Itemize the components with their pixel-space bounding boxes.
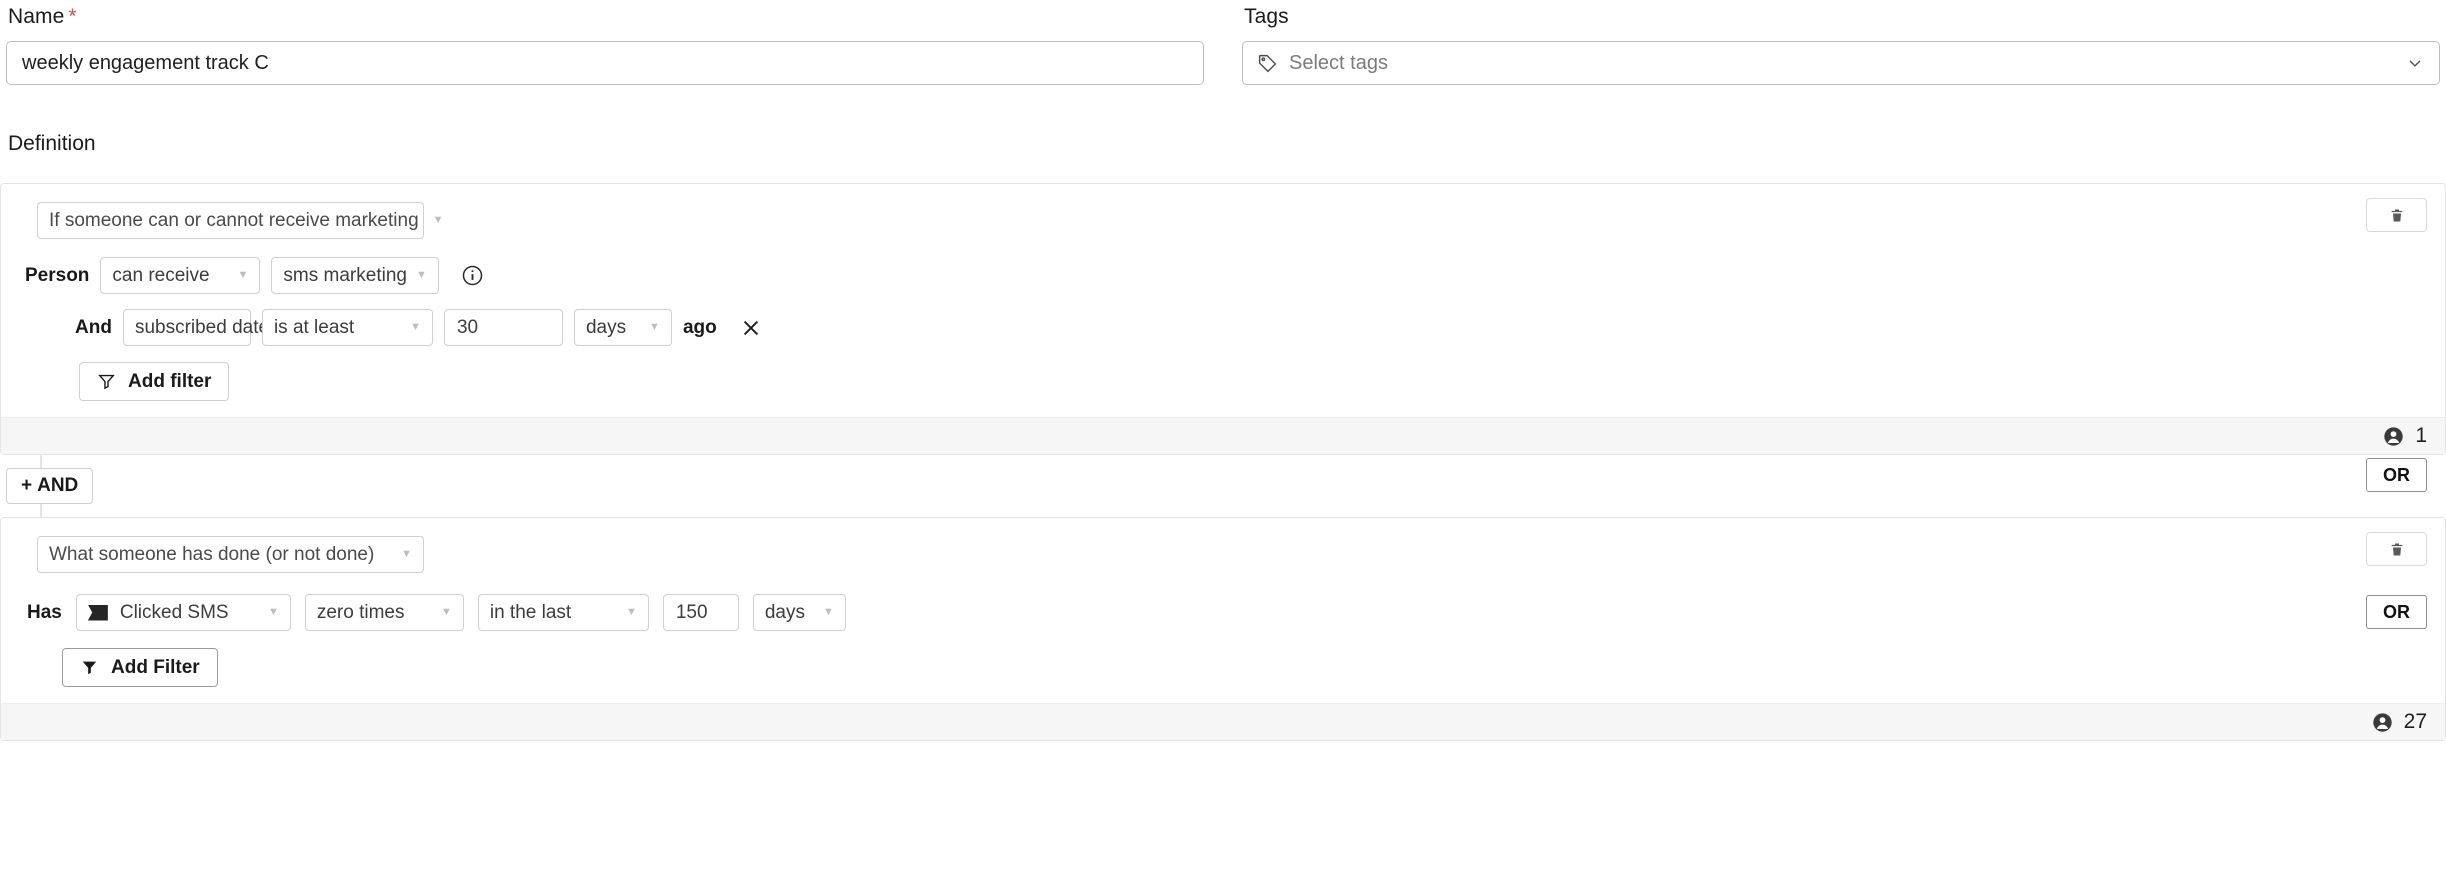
person-label: Person [25, 265, 89, 287]
chevron-down-icon: ▼ [612, 607, 637, 618]
condition-card-2: What someone has done (or not done) ▼ Ha… [0, 517, 2446, 741]
amount-value-1: 30 [457, 317, 478, 339]
chevron-down-icon: ▼ [427, 607, 452, 618]
condition-card-1: If someone can or cannot receive marketi… [0, 183, 2446, 455]
and-connector-area: + AND [0, 455, 2446, 517]
event-row-2: Has Clicked SMS ▼ zero times ▼ in the la… [1, 594, 2445, 631]
chevron-down-icon: ▼ [254, 607, 279, 618]
tags-label: Tags [1242, 0, 2440, 27]
has-label: Has [27, 602, 62, 624]
frequency-value: zero times [317, 602, 405, 624]
segment-builder-page: Name* weekly engagement track C Tags Sel… [0, 0, 2446, 884]
channel-select[interactable]: sms marketing ▼ [271, 257, 438, 294]
filter-icon [97, 372, 116, 391]
condition-card-1-footer: 1 [1, 417, 2445, 454]
member-count-2: 27 [2404, 710, 2427, 734]
definition-heading: Definition [8, 132, 2446, 156]
chevron-down-icon: ▼ [809, 607, 834, 618]
condition-card-2-footer: 27 [1, 703, 2445, 740]
filter-icon [80, 658, 99, 677]
person-icon [2383, 426, 2404, 447]
attribute-select[interactable]: subscribed date ▼ [123, 309, 251, 346]
condition-type-row-1: If someone can or cannot receive marketi… [1, 202, 2445, 239]
unit-value-2: days [765, 602, 805, 624]
add-and-group-button[interactable]: + AND [6, 468, 93, 504]
amount-input-2[interactable]: 150 [663, 594, 739, 631]
name-label-text: Name [8, 5, 64, 28]
channel-value: sms marketing [283, 265, 407, 287]
delete-condition-button-2[interactable] [2366, 532, 2427, 566]
subfilter-row-1: And subscribed date ▼ is at least ▼ 30 d… [1, 309, 2445, 346]
timeframe-value: in the last [490, 602, 571, 624]
name-input[interactable]: weekly engagement track C [6, 41, 1204, 85]
condition-type-row-2: What someone has done (or not done) ▼ [1, 536, 2445, 573]
amount-value-2: 150 [676, 602, 708, 624]
delete-condition-button-1[interactable] [2366, 198, 2427, 232]
add-filter-label-2: Add Filter [111, 657, 200, 679]
condition-type-select-1[interactable]: If someone can or cannot receive marketi… [37, 202, 424, 239]
and-plus-sign: + [21, 475, 32, 497]
attribute-value: subscribed date [135, 317, 269, 339]
add-filter-row-2: Add Filter [1, 648, 2445, 687]
name-and-tags-row: Name* weekly engagement track C Tags Sel… [0, 0, 2446, 85]
condition-type-value-1: If someone can or cannot receive marketi… [49, 210, 419, 232]
tags-select[interactable]: Select tags [1242, 41, 2440, 85]
chevron-down-icon: ▼ [224, 270, 249, 281]
can-receive-value: can receive [112, 265, 209, 287]
or-button-2[interactable]: OR [2366, 595, 2427, 629]
amount-input-1[interactable]: 30 [444, 309, 563, 346]
person-row-1: Person can receive ▼ sms marketing ▼ [1, 257, 2445, 294]
name-field-group: Name* weekly engagement track C [6, 0, 1204, 85]
and-label: And [75, 317, 112, 339]
can-receive-select[interactable]: can receive ▼ [100, 257, 260, 294]
condition-card-1-body: If someone can or cannot receive marketi… [1, 184, 2445, 417]
unit-select-1[interactable]: days ▼ [574, 309, 672, 346]
remove-subfilter-button[interactable] [737, 314, 765, 342]
trash-icon [2389, 541, 2405, 558]
add-filter-button-1[interactable]: Add filter [79, 362, 229, 401]
chevron-down-icon: ▼ [396, 322, 421, 333]
name-label: Name* [6, 0, 1204, 27]
condition-type-select-2[interactable]: What someone has done (or not done) ▼ [37, 536, 424, 573]
info-icon[interactable] [461, 264, 484, 287]
tags-placeholder: Select tags [1289, 52, 2394, 75]
condition-type-value-2: What someone has done (or not done) [49, 544, 374, 566]
add-filter-label-1: Add filter [128, 371, 211, 393]
unit-value-1: days [586, 317, 626, 339]
chevron-down-icon: ▼ [635, 322, 660, 333]
chevron-down-icon[interactable] [2405, 53, 2425, 73]
chevron-down-icon: ▼ [419, 215, 444, 226]
member-count-1: 1 [2415, 424, 2427, 448]
and-button-label: AND [37, 475, 78, 497]
add-filter-button-2[interactable]: Add Filter [62, 648, 218, 687]
trash-icon [2389, 207, 2405, 224]
chevron-down-icon: ▼ [407, 270, 427, 281]
add-filter-row-1: Add filter [1, 362, 2445, 401]
close-icon [740, 317, 762, 339]
event-value: Clicked SMS [120, 602, 229, 624]
person-icon [2372, 712, 2393, 733]
chevron-down-icon: ▼ [387, 549, 412, 560]
required-asterisk: * [68, 5, 76, 28]
or-label-2: OR [2383, 602, 2410, 623]
condition-card-2-body: What someone has done (or not done) ▼ Ha… [1, 518, 2445, 703]
tags-field-group: Tags Select tags [1242, 0, 2440, 85]
sms-flag-icon [88, 605, 108, 621]
event-select[interactable]: Clicked SMS ▼ [76, 594, 291, 631]
name-input-value: weekly engagement track C [22, 52, 269, 75]
operator-value: is at least [274, 317, 354, 339]
timeframe-select[interactable]: in the last ▼ [478, 594, 649, 631]
frequency-select[interactable]: zero times ▼ [305, 594, 464, 631]
unit-select-2[interactable]: days ▼ [753, 594, 846, 631]
operator-select[interactable]: is at least ▼ [262, 309, 433, 346]
tag-icon [1257, 53, 1278, 74]
ago-label: ago [683, 317, 717, 339]
